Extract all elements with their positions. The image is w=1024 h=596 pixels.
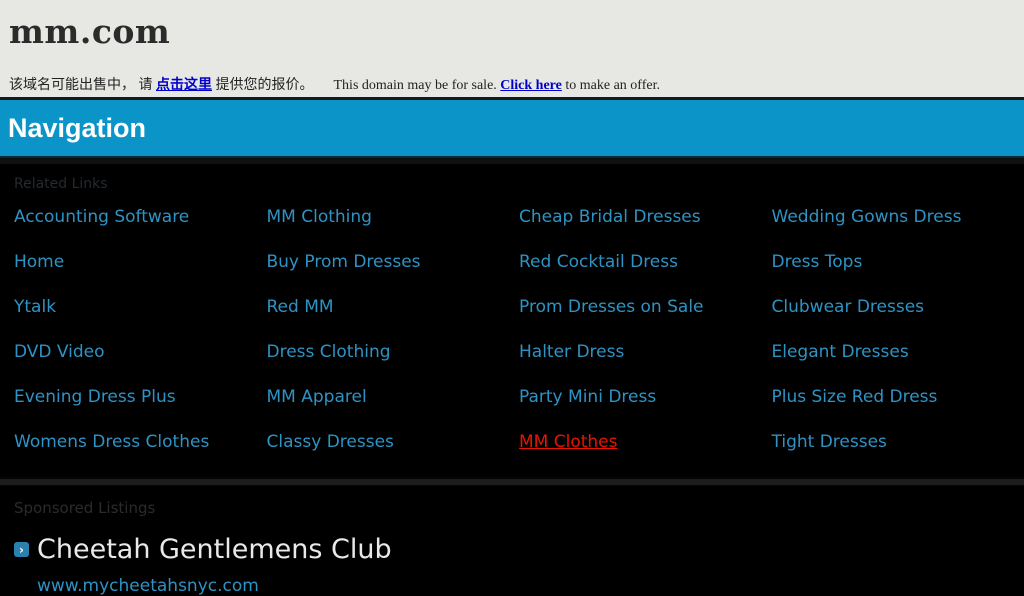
related-link[interactable]: Accounting Software [14,207,189,227]
related-link[interactable]: DVD Video [14,342,105,362]
related-link[interactable]: Wedding Gowns Dress [772,207,962,227]
related-link[interactable]: Home [14,252,64,272]
related-link[interactable]: Classy Dresses [267,432,394,452]
related-links-heading: Related Links [0,164,1024,192]
listing-title-row: › Cheetah Gentlemens Club [14,534,1024,565]
sponsored-listing: › Cheetah Gentlemens Club www.mycheetahsny… [14,534,1024,596]
navigation-bar: Navigation [0,100,1024,158]
related-link[interactable]: Ytalk [14,297,56,317]
related-link[interactable]: Buy Prom Dresses [267,252,421,272]
related-link[interactable]: Cheap Bridal Dresses [519,207,701,227]
related-link[interactable]: Tight Dresses [772,432,887,452]
chevron-right-icon[interactable]: › [14,542,29,557]
navigation-title: Navigation [8,113,146,144]
page-header: mm.com 该域名可能出售中， 请 点击这里 提供您的报价。 This doma… [0,0,1024,100]
related-link[interactable]: Red Cocktail Dress [519,252,678,272]
domain-logo: mm.com [9,14,1024,50]
section-divider [0,477,1024,486]
related-link[interactable]: Evening Dress Plus [14,387,176,407]
related-link[interactable]: Prom Dresses on Sale [519,297,704,317]
sale-offer-link-en[interactable]: Click here [500,78,562,93]
related-link[interactable]: MM Clothing [267,207,372,227]
related-link[interactable]: Party Mini Dress [519,387,656,407]
main-content: Related Links Accounting Software MM Clot… [0,158,1024,592]
listing-title-link[interactable]: Cheetah Gentlemens Club [37,534,392,565]
related-link[interactable]: Clubwear Dresses [772,297,925,317]
sponsored-listings-heading: Sponsored Listings [0,486,1024,517]
listing-url-link[interactable]: www.mycheetahsnyc.com [37,576,1024,596]
sale-notice-zh-prefix: 该域名可能出售中， 请 [9,78,156,93]
sale-notice-en-suffix: to make an offer. [562,78,660,93]
related-links-grid: Accounting Software MM Clothing Cheap Brid… [0,207,1024,477]
domain-sale-notice: 该域名可能出售中， 请 点击这里 提供您的报价。 This domain may … [9,74,1024,94]
related-link[interactable]: Halter Dress [519,342,624,362]
sponsored-listings-container: › Cheetah Gentlemens Club www.mycheetahsny… [0,534,1024,596]
related-link[interactable]: Red MM [267,297,334,317]
sale-offer-link-zh[interactable]: 点击这里 [156,78,212,93]
sale-notice-en-prefix: This domain may be for sale. [334,78,501,93]
sale-notice-zh-suffix: 提供您的报价。 [212,78,314,93]
related-link[interactable]: Womens Dress Clothes [14,432,209,452]
related-link[interactable]: Dress Clothing [267,342,391,362]
related-link[interactable]: Elegant Dresses [772,342,909,362]
related-link-highlighted[interactable]: MM Clothes [519,432,618,452]
related-link[interactable]: Plus Size Red Dress [772,387,938,407]
related-link[interactable]: MM Apparel [267,387,367,407]
related-link[interactable]: Dress Tops [772,252,863,272]
